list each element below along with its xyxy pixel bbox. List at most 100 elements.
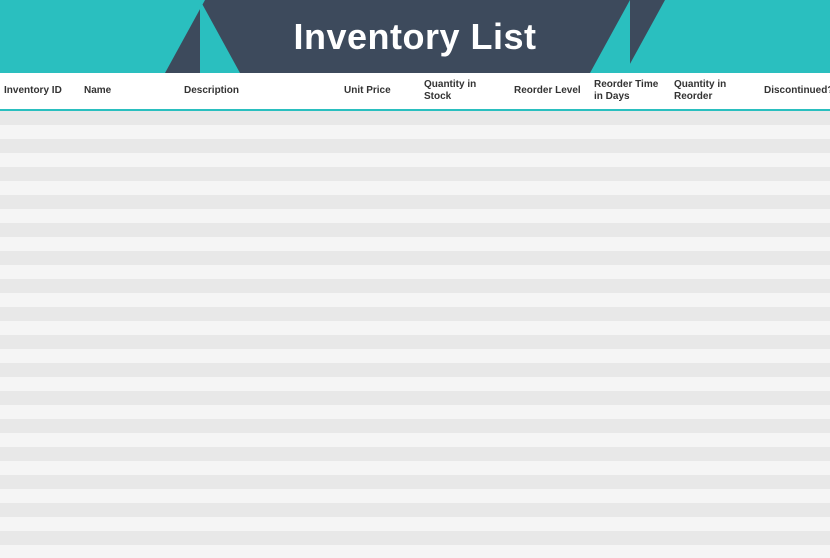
table-cell xyxy=(180,369,340,371)
table-cell xyxy=(0,271,80,273)
page-wrapper: Inventory List Inventory ID Name Descrip… xyxy=(0,0,830,558)
table-cell xyxy=(670,131,760,133)
table-cell xyxy=(80,313,180,315)
table-cell xyxy=(510,173,590,175)
table-cell xyxy=(0,117,80,119)
table-cell xyxy=(590,327,670,329)
table-cell xyxy=(590,411,670,413)
table-cell xyxy=(0,257,80,259)
table-cell xyxy=(80,243,180,245)
table-cell xyxy=(590,453,670,455)
table-cell xyxy=(340,397,420,399)
table-cell xyxy=(510,383,590,385)
table-cell xyxy=(80,397,180,399)
table-cell xyxy=(590,481,670,483)
table-cell xyxy=(80,159,180,161)
table-cell xyxy=(0,411,80,413)
table-cell xyxy=(590,159,670,161)
table-cell xyxy=(760,229,830,231)
table-cell xyxy=(510,313,590,315)
table-cell xyxy=(0,131,80,133)
table-cell xyxy=(590,369,670,371)
table-cell xyxy=(80,355,180,357)
table-row xyxy=(0,517,830,531)
table-cell xyxy=(80,411,180,413)
table-cell xyxy=(670,551,760,553)
table-cell xyxy=(510,537,590,539)
table-cell xyxy=(420,425,510,427)
table-row xyxy=(0,489,830,503)
table-cell xyxy=(510,481,590,483)
table-cell xyxy=(180,355,340,357)
table-cell xyxy=(180,131,340,133)
header-accent-left xyxy=(0,0,205,73)
table-cell xyxy=(180,117,340,119)
table-cell xyxy=(420,299,510,301)
table-cell xyxy=(420,467,510,469)
table-row xyxy=(0,531,830,545)
table-cell xyxy=(340,313,420,315)
table-cell xyxy=(760,523,830,525)
table-cell xyxy=(510,285,590,287)
table-row xyxy=(0,223,830,237)
table-row xyxy=(0,503,830,517)
table-cell xyxy=(590,271,670,273)
table-cell xyxy=(0,215,80,217)
table-cell xyxy=(0,425,80,427)
table-cell xyxy=(0,551,80,553)
table-cell xyxy=(80,453,180,455)
table-cell xyxy=(420,383,510,385)
table-cell xyxy=(760,117,830,119)
table-cell xyxy=(510,327,590,329)
table-cell xyxy=(590,285,670,287)
table-cell xyxy=(670,215,760,217)
table-cell xyxy=(80,425,180,427)
table-cell xyxy=(0,285,80,287)
table-cell xyxy=(590,467,670,469)
table-row xyxy=(0,125,830,139)
table-cell xyxy=(510,187,590,189)
table-cell xyxy=(510,257,590,259)
table-cell xyxy=(180,299,340,301)
table-cell xyxy=(340,467,420,469)
table-cell xyxy=(180,145,340,147)
page-title: Inventory List xyxy=(293,16,536,58)
table-cell xyxy=(590,201,670,203)
table-cell xyxy=(760,131,830,133)
table-cell xyxy=(760,425,830,427)
table-cell xyxy=(510,159,590,161)
table-cell xyxy=(510,341,590,343)
table-row xyxy=(0,293,830,307)
table-cell xyxy=(180,509,340,511)
table-cell xyxy=(80,117,180,119)
table-cell xyxy=(760,467,830,469)
table-cell xyxy=(590,299,670,301)
table-cell xyxy=(420,481,510,483)
table-cell xyxy=(340,229,420,231)
table-cell xyxy=(760,355,830,357)
table-cell xyxy=(340,117,420,119)
table-cell xyxy=(670,425,760,427)
col-header-qty-stock: Quantity in Stock xyxy=(420,77,510,105)
table-cell xyxy=(420,355,510,357)
table-cell xyxy=(0,187,80,189)
table-cell xyxy=(590,383,670,385)
table-cell xyxy=(590,425,670,427)
table-cell xyxy=(760,537,830,539)
table-cell xyxy=(180,187,340,189)
table-cell xyxy=(760,369,830,371)
table-cell xyxy=(670,369,760,371)
table-cell xyxy=(80,257,180,259)
table-cell xyxy=(180,453,340,455)
table-cell xyxy=(760,439,830,441)
table-cell xyxy=(80,467,180,469)
table-cell xyxy=(670,159,760,161)
table-cell xyxy=(0,299,80,301)
table-cell xyxy=(670,187,760,189)
table-cell xyxy=(590,355,670,357)
table-cell xyxy=(180,411,340,413)
table-cell xyxy=(420,201,510,203)
table-cell xyxy=(590,145,670,147)
table-cell xyxy=(80,145,180,147)
table-cell xyxy=(0,173,80,175)
